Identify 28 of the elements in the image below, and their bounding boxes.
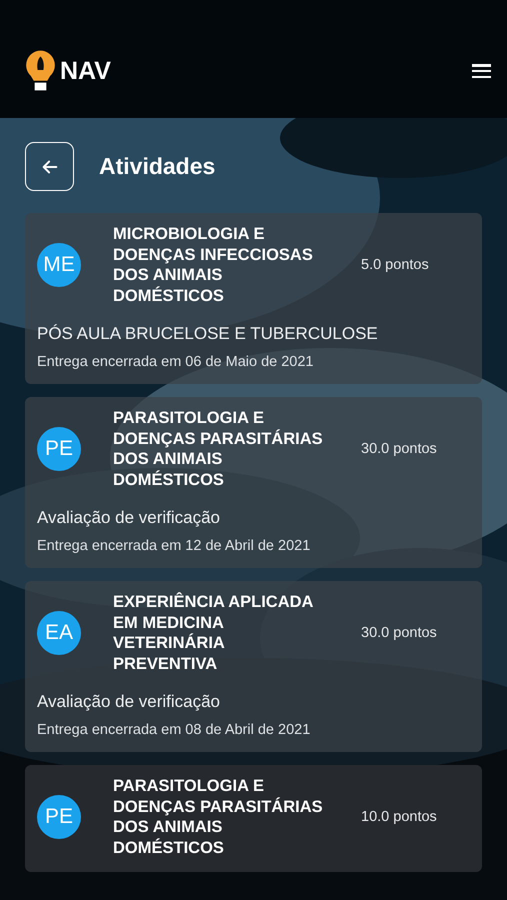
course-name: MICROBIOLOGIA E DOENÇAS INFECCIOSAS DOS ANIMAIS DOMÉSTICOS bbox=[113, 224, 314, 306]
deadline-text: Entrega encerrada em 12 de Abril de 2021 bbox=[37, 538, 312, 554]
points-label: 5.0 pontos bbox=[361, 257, 429, 273]
course-name: PARASITOLOGIA E DOENÇAS PARASITÁRIAS DOS ANIMAIS DOMÉSTICOS bbox=[113, 408, 324, 490]
deadline-text: Entrega encerrada em 06 de Maio de 2021 bbox=[37, 354, 314, 370]
course-name: EXPERIÊNCIA APLICADA EM MEDICINA VETERINÁRIA PREVENTIVA bbox=[113, 592, 314, 674]
activity-title: PÓS AULA BRUCELOSE E TUBERCULOSE bbox=[37, 324, 379, 344]
back-button[interactable] bbox=[25, 142, 74, 191]
points-label: 30.0 pontos bbox=[361, 625, 437, 641]
lightbulb-rocket-icon bbox=[25, 49, 56, 93]
activity-card[interactable]: EA EXPERIÊNCIA APLICADA EM MEDICINA VETERINÁRIA PREVENTIVA 30.0 pontos Avaliação de verificação Entrega encerrada em 08 de Abril de 2021 bbox=[25, 581, 482, 752]
course-avatar: PE bbox=[37, 427, 81, 471]
logo-text: NAV bbox=[60, 56, 111, 86]
page-title: Atividades bbox=[99, 153, 216, 180]
activity-card[interactable]: ME MICROBIOLOGIA E DOENÇAS INFECCIOSAS DOS ANIMAIS DOMÉSTICOS 5.0 pontos PÓS AULA BRUCELOSE E TUBERCULOSE Entrega encerrada em 06 de Maio de 2021 bbox=[25, 213, 482, 384]
course-avatar: ME bbox=[37, 243, 81, 287]
activity-card[interactable]: PE PARASITOLOGIA E DOENÇAS PARASITÁRIAS DOS ANIMAIS DOMÉSTICOS 30.0 pontos Avaliação de verificação Entrega encerrada em 12 de Abril de 2021 bbox=[25, 397, 482, 568]
points-label: 10.0 pontos bbox=[361, 809, 437, 825]
course-avatar: PE bbox=[37, 795, 81, 839]
points-label: 30.0 pontos bbox=[361, 441, 437, 457]
course-name: PARASITOLOGIA E DOENÇAS PARASITÁRIAS DOS ANIMAIS DOMÉSTICOS bbox=[113, 776, 324, 858]
deadline-text: Entrega encerrada em 08 de Abril de 2021 bbox=[37, 722, 312, 738]
activity-title: Avaliação de verificação bbox=[37, 508, 222, 528]
activity-card[interactable]: PE PARASITOLOGIA E DOENÇAS PARASITÁRIAS DOS ANIMAIS DOMÉSTICOS 10.0 pontos bbox=[25, 765, 482, 872]
arrow-left-icon bbox=[40, 158, 58, 176]
menu-icon[interactable] bbox=[472, 64, 491, 78]
activity-title: Avaliação de verificação bbox=[37, 692, 222, 712]
course-avatar: EA bbox=[37, 611, 81, 655]
